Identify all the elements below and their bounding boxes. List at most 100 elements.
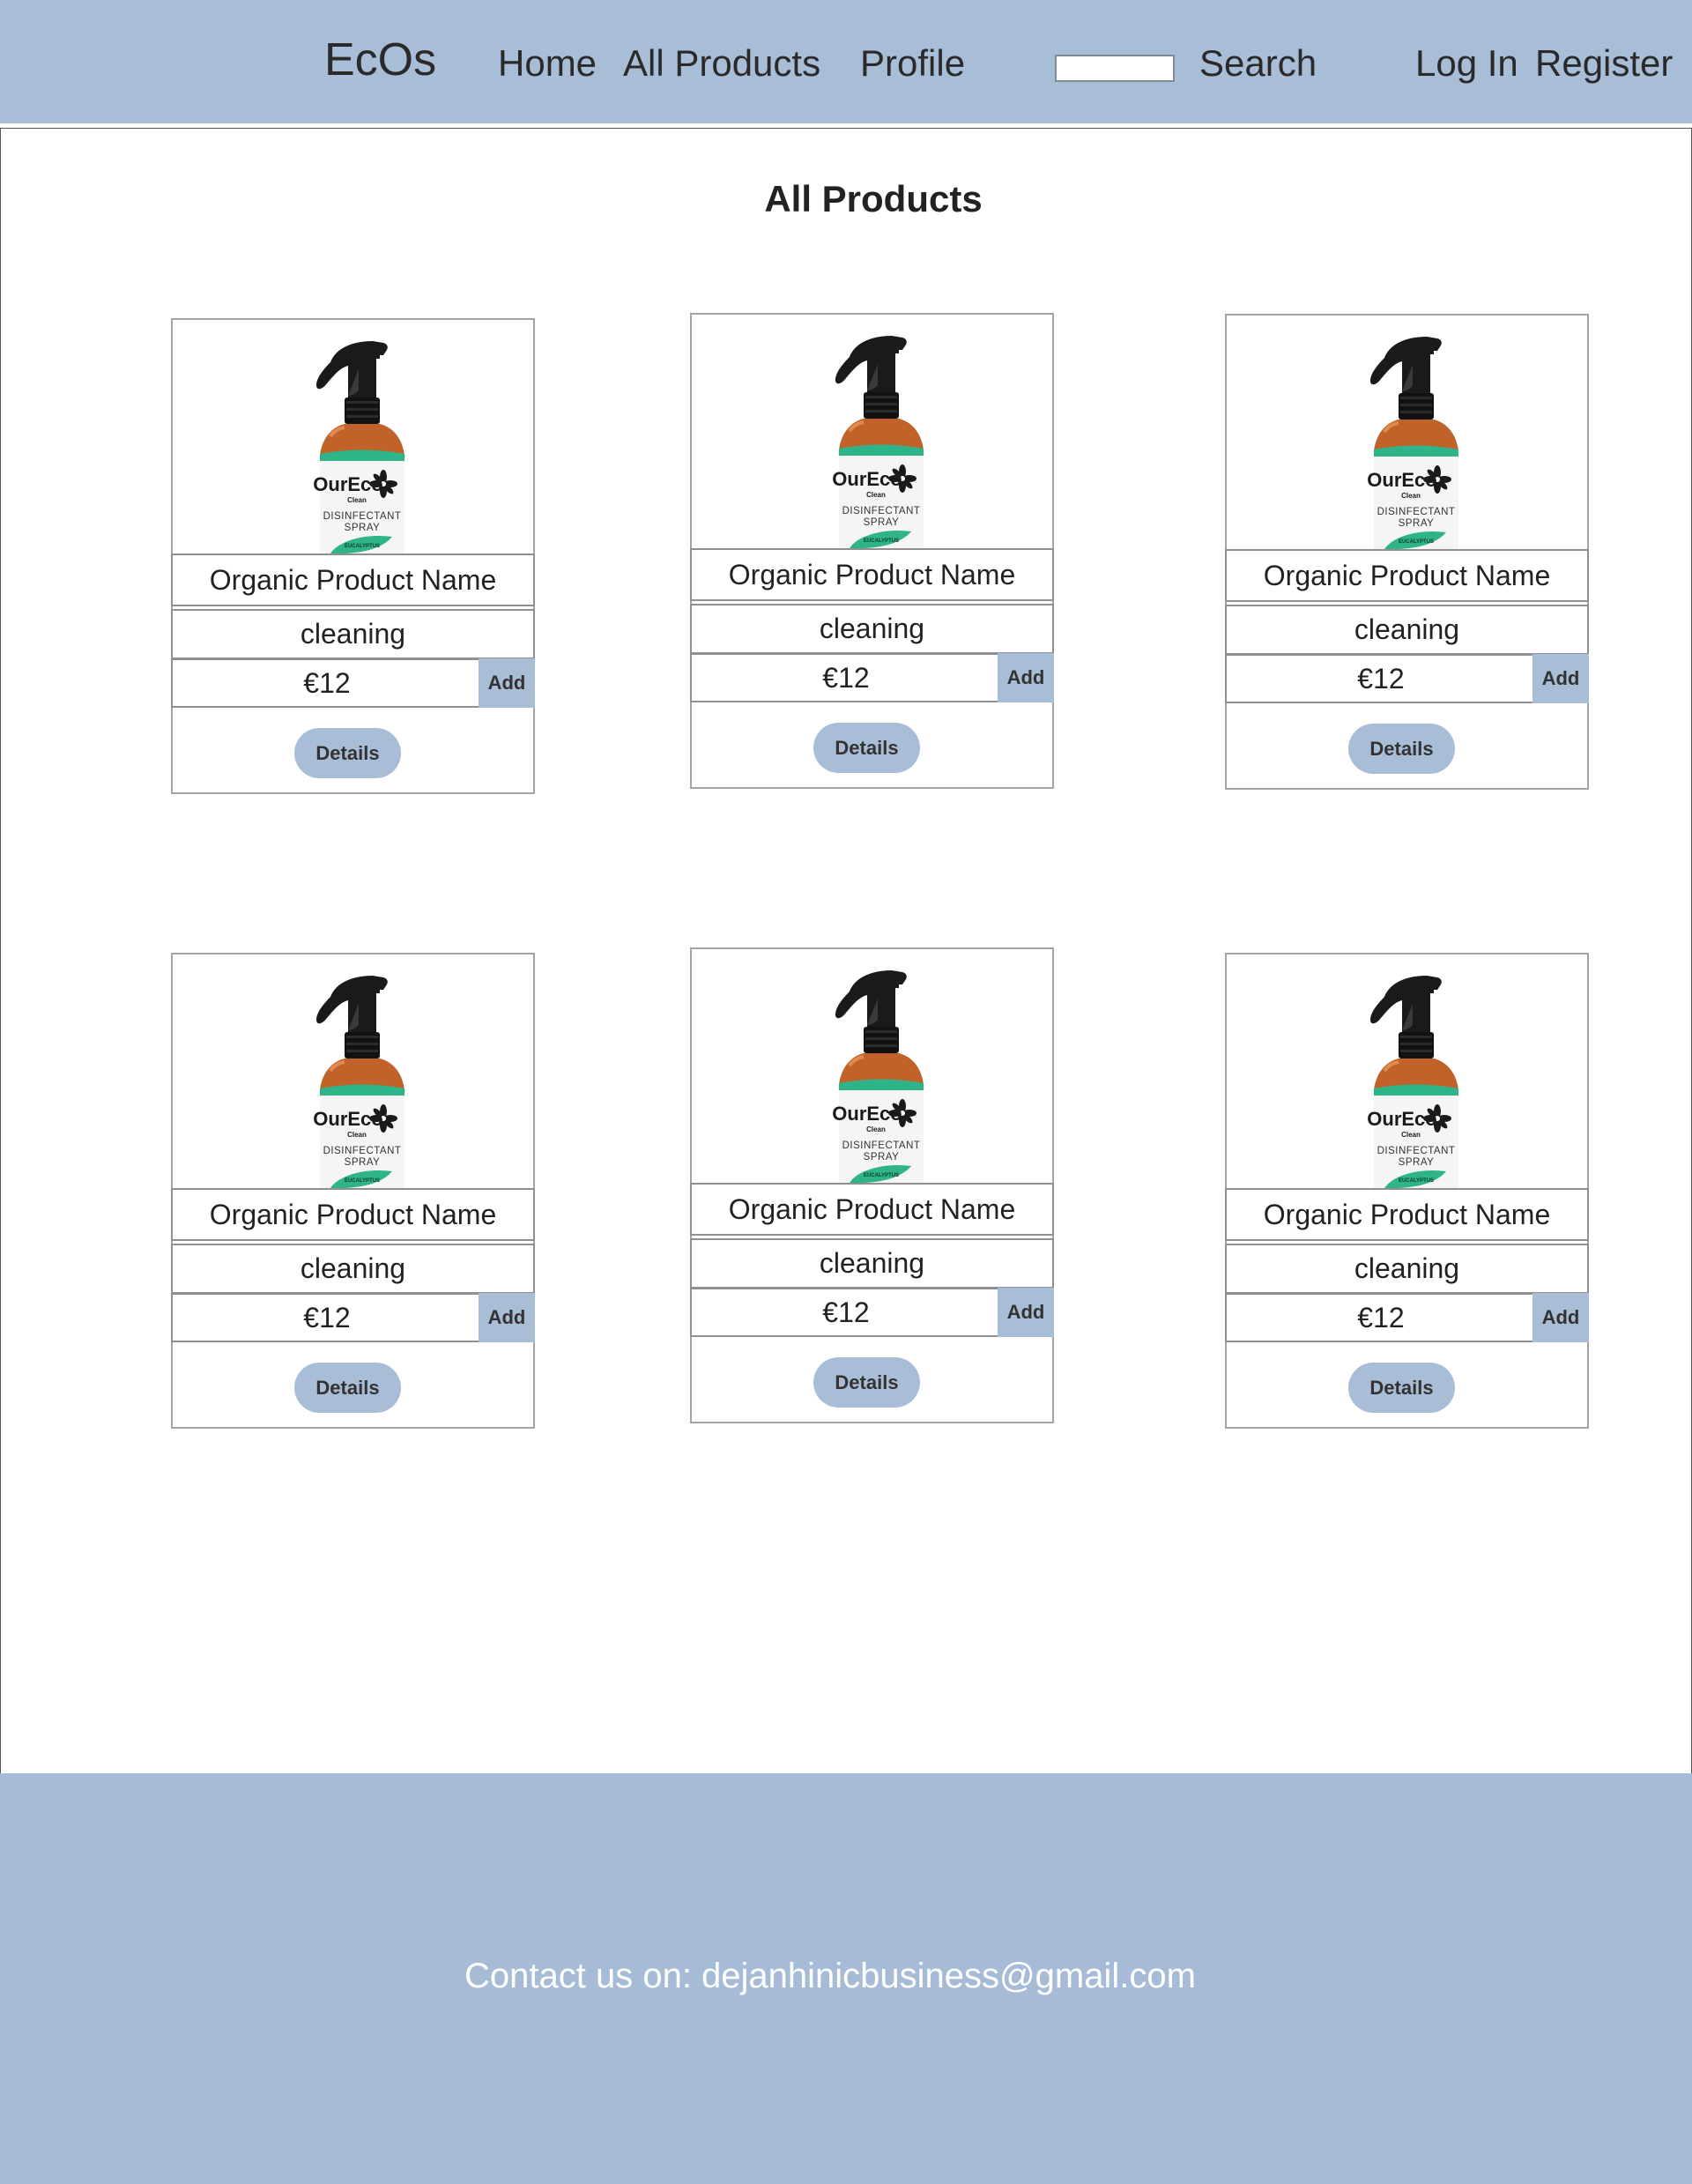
product-name: Organic Product Name: [171, 553, 535, 606]
footer-contact: Contact us on: dejanhinicbusiness@gmail.…: [464, 1957, 1196, 1995]
product-card-2: OurEco Clean DISINFECTANT SPRAY EUCALYPT…: [690, 313, 1054, 789]
bottle-line1: DISINFECTANT: [842, 1140, 921, 1151]
bottle-scent: EUCALYPTUS: [345, 1178, 380, 1184]
add-to-cart-button[interactable]: Add: [998, 1288, 1054, 1337]
product-name: Organic Product Name: [171, 1188, 535, 1241]
product-card-6: OurEco Clean DISINFECTANT SPRAY EUCALYPT…: [1225, 953, 1589, 1429]
bottle-line2: SPRAY: [1399, 1157, 1435, 1168]
page-title: All Products: [764, 178, 983, 219]
search-input[interactable]: [1055, 55, 1175, 82]
product-image[interactable]: OurEco Clean DISINFECTANT SPRAY EUCALYPT…: [173, 955, 533, 1188]
product-image[interactable]: OurEco Clean DISINFECTANT SPRAY EUCALYPT…: [692, 949, 1052, 1183]
product-image[interactable]: OurEco Clean DISINFECTANT SPRAY EUCALYPT…: [692, 315, 1052, 548]
bottle-line1: DISINFECTANT: [842, 506, 921, 516]
product-name: Organic Product Name: [1225, 549, 1589, 602]
price-row: €12 Add: [1225, 654, 1589, 703]
product-category: cleaning: [1225, 605, 1589, 655]
details-button[interactable]: Details: [294, 728, 401, 778]
spray-bottle-icon: OurEco Clean DISINFECTANT SPRAY EUCALYPT…: [313, 341, 404, 553]
details-area: Details: [692, 1337, 1052, 1422]
nav-home-link[interactable]: Home: [498, 35, 597, 92]
bottle-sub: Clean: [347, 1131, 367, 1139]
add-to-cart-button[interactable]: Add: [479, 1293, 535, 1342]
product-price: €12: [822, 1296, 870, 1328]
bottle-scent: EUCALYPTUS: [864, 539, 899, 544]
nav-profile-link[interactable]: Profile: [860, 35, 965, 92]
spray-bottle-icon: OurEco Clean DISINFECTANT SPRAY EUCALYPT…: [832, 970, 924, 1183]
bottle-sub: Clean: [866, 491, 886, 499]
product-price: €12: [303, 1302, 351, 1333]
bottle-sub: Clean: [1401, 1131, 1421, 1139]
bottle-line2: SPRAY: [864, 1152, 900, 1163]
product-price: €12: [822, 662, 870, 694]
product-category: cleaning: [690, 604, 1054, 654]
bottle-brand: OurEco: [1367, 469, 1436, 491]
bottle-brand: OurEco: [313, 1108, 382, 1130]
register-link[interactable]: Register: [1535, 35, 1673, 92]
spray-bottle-icon: OurEco Clean DISINFECTANT SPRAY EUCALYPT…: [313, 976, 404, 1188]
product-card-3: OurEco Clean DISINFECTANT SPRAY EUCALYPT…: [1225, 314, 1589, 790]
details-area: Details: [173, 708, 533, 792]
product-name: Organic Product Name: [690, 548, 1054, 601]
bottle-line2: SPRAY: [345, 1157, 381, 1168]
site-header: EcOs Home All Products Profile Search Lo…: [0, 0, 1692, 123]
spray-bottle-icon: OurEco Clean DISINFECTANT SPRAY EUCALYPT…: [1367, 976, 1458, 1188]
bottle-scent: EUCALYPTUS: [345, 544, 380, 549]
price-row: €12 Add: [690, 653, 1054, 702]
product-price: €12: [1357, 663, 1405, 695]
bottle-line1: DISINFECTANT: [323, 511, 402, 522]
product-image[interactable]: OurEco Clean DISINFECTANT SPRAY EUCALYPT…: [173, 320, 533, 553]
bottle-line2: SPRAY: [345, 523, 381, 533]
price-row: €12 Add: [171, 658, 535, 708]
product-card-1: OurEco Clean DISINFECTANT SPRAY EUCALYPT…: [171, 318, 535, 794]
bottle-line1: DISINFECTANT: [323, 1146, 402, 1156]
product-category: cleaning: [171, 609, 535, 659]
bottle-scent: EUCALYPTUS: [1399, 1178, 1434, 1184]
add-to-cart-button[interactable]: Add: [479, 658, 535, 708]
details-area: Details: [1227, 703, 1587, 788]
bottle-line1: DISINFECTANT: [1377, 1146, 1456, 1156]
product-category: cleaning: [171, 1244, 535, 1294]
product-name: Organic Product Name: [1225, 1188, 1589, 1241]
bottle-sub: Clean: [347, 496, 367, 504]
spray-bottle-icon: OurEco Clean DISINFECTANT SPRAY EUCALYPT…: [1367, 337, 1458, 549]
bottle-scent: EUCALYPTUS: [1399, 539, 1434, 545]
add-to-cart-button[interactable]: Add: [1532, 1293, 1589, 1342]
product-category: cleaning: [1225, 1244, 1589, 1294]
product-name: Organic Product Name: [690, 1183, 1054, 1236]
spray-bottle-icon: OurEco Clean DISINFECTANT SPRAY EUCALYPT…: [832, 336, 924, 548]
price-row: €12 Add: [1225, 1293, 1589, 1342]
details-button[interactable]: Details: [813, 723, 920, 773]
details-button[interactable]: Details: [813, 1357, 920, 1408]
product-image[interactable]: OurEco Clean DISINFECTANT SPRAY EUCALYPT…: [1227, 955, 1587, 1188]
details-area: Details: [1227, 1342, 1587, 1427]
add-to-cart-button[interactable]: Add: [998, 653, 1054, 702]
product-image[interactable]: OurEco Clean DISINFECTANT SPRAY EUCALYPT…: [1227, 316, 1587, 549]
search-button[interactable]: Search: [1199, 35, 1317, 92]
bottle-sub: Clean: [1401, 492, 1421, 500]
bottle-sub: Clean: [866, 1125, 886, 1133]
login-link[interactable]: Log In: [1415, 35, 1518, 92]
product-category: cleaning: [690, 1238, 1054, 1289]
details-button[interactable]: Details: [294, 1363, 401, 1413]
bottle-line2: SPRAY: [864, 517, 900, 528]
bottle-line2: SPRAY: [1399, 518, 1435, 529]
product-price: €12: [303, 667, 351, 699]
site-logo: EcOs: [324, 34, 437, 85]
site-footer: Contact us on: dejanhinicbusiness@gmail.…: [0, 1773, 1692, 2184]
bottle-brand: OurEco: [832, 468, 902, 490]
bottle-line1: DISINFECTANT: [1377, 507, 1456, 517]
details-area: Details: [173, 1342, 533, 1427]
price-row: €12 Add: [690, 1288, 1054, 1337]
price-row: €12 Add: [171, 1293, 535, 1342]
details-button[interactable]: Details: [1348, 724, 1455, 774]
details-area: Details: [692, 702, 1052, 787]
details-button[interactable]: Details: [1348, 1363, 1455, 1413]
add-to-cart-button[interactable]: Add: [1532, 654, 1589, 703]
product-price: €12: [1357, 1302, 1405, 1333]
bottle-brand: OurEco: [313, 473, 382, 495]
product-card-4: OurEco Clean DISINFECTANT SPRAY EUCALYPT…: [171, 953, 535, 1429]
bottle-scent: EUCALYPTUS: [864, 1173, 899, 1178]
nav-all-products-link[interactable]: All Products: [623, 35, 820, 92]
bottle-brand: OurEco: [1367, 1108, 1436, 1130]
